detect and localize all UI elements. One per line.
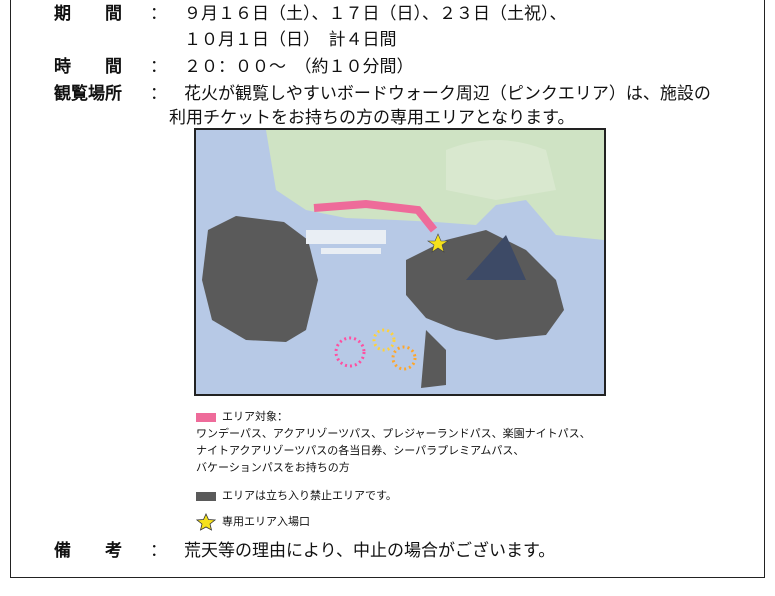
time-colon: ：: [150, 57, 167, 77]
legend-star-text: 専用エリア入場口: [222, 515, 310, 528]
place-label: 観覧場所: [54, 84, 122, 104]
dock-2: [321, 248, 381, 254]
period-value-line2: １０月１日（日） 計４日間: [184, 30, 397, 50]
venue-map: [194, 128, 606, 396]
place-value-line1: 花火が観覧しやすいボードウォーク周辺（ピンクエリア）は、施設の: [184, 84, 711, 104]
legend-star: 専用エリア入場口: [195, 513, 310, 531]
gray-swatch: [196, 491, 216, 501]
note-label: 備 考: [54, 541, 122, 561]
place-colon: ：: [150, 84, 167, 104]
note-colon: ：: [150, 541, 167, 561]
period-label: 期 間: [54, 4, 122, 24]
legend-pink-title: エリア対象：: [222, 410, 288, 423]
note-value: 荒天等の理由により、中止の場合がございます。: [184, 541, 556, 561]
pink-swatch: [196, 412, 216, 422]
restricted-area-west: [202, 216, 318, 342]
place-value-line2: 利用チケットをお持ちの方の専用エリアとなります。: [169, 108, 575, 128]
legend-pink-line2: ナイトアクアリゾーツパスの各当日券、シーパラプレミアムパス、: [196, 444, 525, 457]
legend-gray-text: エリアは立ち入り禁止エリアです。: [222, 489, 397, 502]
period-value-line1: ９月１６日（土）、１７日（日）、２３日（土祝）、: [184, 4, 567, 24]
legend-gray: エリアは立ち入り禁止エリアです。: [196, 487, 397, 504]
legend-pink: エリア対象： ワンデーパス、アクアリゾーツパス、プレジャーランドパス、楽園ナイト…: [196, 408, 591, 476]
star-icon: [195, 513, 217, 531]
legend-pink-line3: バケーションパスをお持ちの方: [196, 461, 350, 474]
land-east: [446, 140, 556, 200]
period-colon: ：: [150, 4, 167, 24]
legend-pink-line1: ワンデーパス、アクアリゾーツパス、プレジャーランドパス、楽園ナイトパス、: [196, 427, 591, 440]
dock-1: [306, 230, 386, 244]
time-value: ２０：００～ （約１０分間）: [184, 57, 414, 77]
time-label: 時 間: [54, 57, 122, 77]
